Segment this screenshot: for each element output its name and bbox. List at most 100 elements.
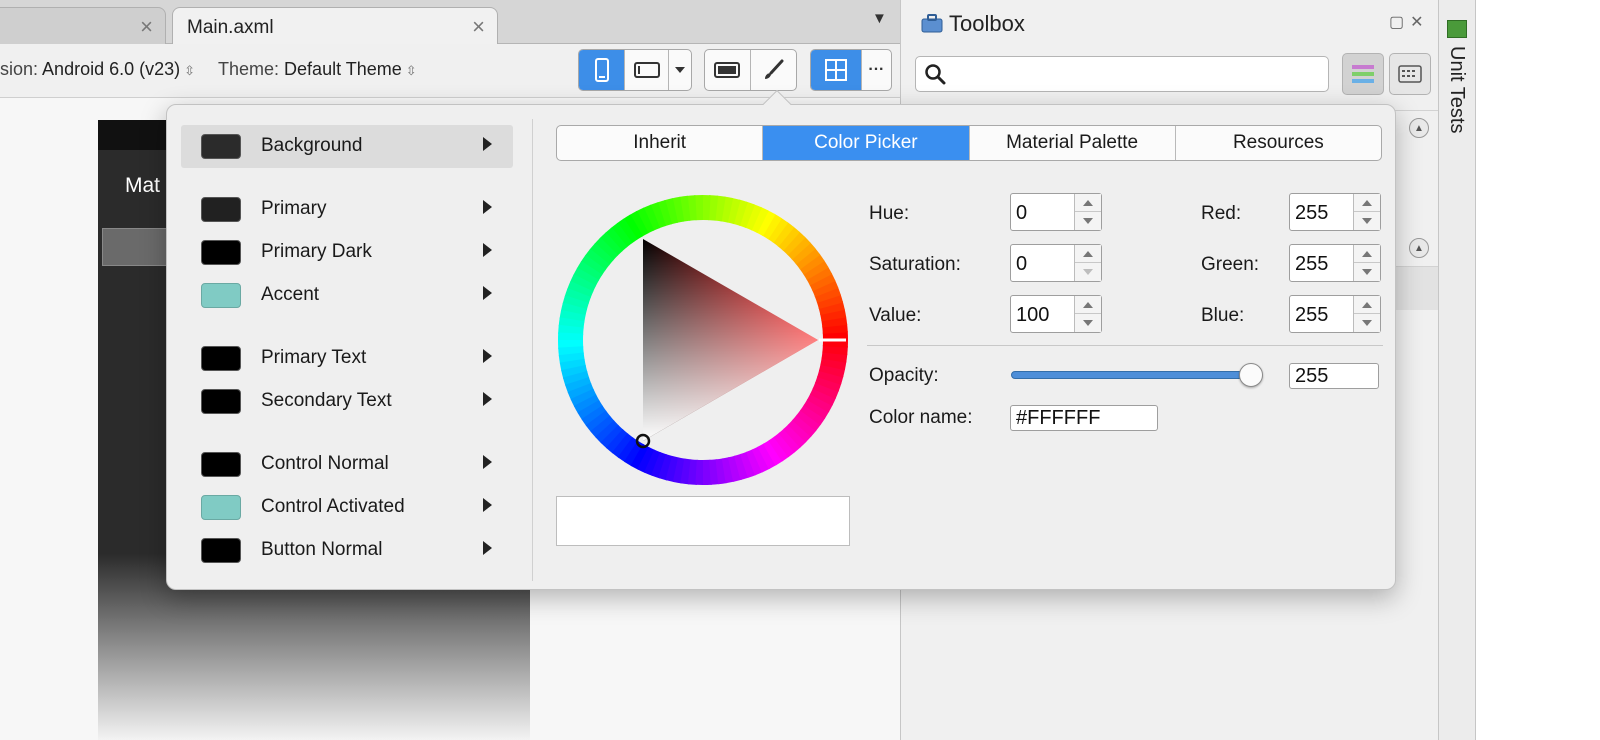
decrement-button[interactable]: [1354, 314, 1380, 332]
property-background[interactable]: Background: [181, 125, 513, 168]
picker-separator: [867, 345, 1383, 346]
chevron-right-icon: [483, 498, 492, 512]
increment-button[interactable]: [1075, 194, 1101, 212]
grid-view-button[interactable]: [1389, 53, 1431, 95]
red-stepper[interactable]: 255: [1289, 193, 1381, 231]
decrement-button[interactable]: [1075, 314, 1101, 332]
ellipsis-icon: ···: [868, 61, 885, 78]
collapse-section-icon[interactable]: ▲: [1409, 118, 1429, 138]
chevron-up-icon: [1362, 250, 1372, 257]
saturation-value: 0: [1016, 253, 1028, 275]
orientation-dropdown[interactable]: [669, 50, 691, 90]
hue-stepper[interactable]: 0: [1010, 193, 1102, 231]
toolbox-title: Toolbox: [949, 11, 1025, 36]
property-control-activated[interactable]: Control Activated: [181, 486, 513, 529]
value-stepper[interactable]: 100: [1010, 295, 1102, 333]
tab-previous-document[interactable]: ×: [0, 7, 166, 44]
opacity-field[interactable]: 255: [1289, 363, 1379, 389]
list-view-button[interactable]: [1342, 53, 1384, 95]
color-preview: [556, 496, 850, 546]
increment-button[interactable]: [1354, 296, 1380, 314]
device-button[interactable]: [102, 228, 172, 266]
property-button-normal[interactable]: Button Normal: [181, 529, 513, 572]
property-primary[interactable]: Primary: [181, 188, 513, 231]
version-label: sion:: [0, 59, 39, 79]
saturation-stepper[interactable]: 0: [1010, 244, 1102, 282]
decrement-button[interactable]: [1354, 212, 1380, 230]
color-swatch: [201, 134, 241, 159]
blue-label: Blue:: [1201, 305, 1245, 326]
tab-resources[interactable]: Resources: [1176, 126, 1381, 160]
version-selector[interactable]: sion: Android 6.0 (v23) ⇳: [0, 59, 195, 80]
property-label: Control Normal: [261, 453, 389, 474]
phone-landscape-icon: [633, 62, 660, 78]
chevron-up-icon: [1083, 199, 1093, 206]
tab-material-palette[interactable]: Material Palette: [970, 126, 1176, 160]
decrement-button[interactable]: [1075, 212, 1101, 230]
layout-grid-button[interactable]: [811, 50, 862, 90]
opacity-label: Opacity:: [869, 365, 939, 386]
value-label: Value:: [869, 305, 922, 326]
landscape-button[interactable]: [625, 50, 669, 90]
green-stepper[interactable]: 255: [1289, 244, 1381, 282]
device-frame-button[interactable]: [705, 50, 751, 90]
theme-selector[interactable]: Theme: Default Theme ⇳: [218, 59, 417, 80]
decrement-button[interactable]: [1354, 263, 1380, 281]
property-primary-dark[interactable]: Primary Dark: [181, 231, 513, 274]
chevron-up-icon: [1083, 301, 1093, 308]
tab-main-axml[interactable]: Main.axml ×: [172, 7, 498, 44]
property-label: Control Activated: [261, 496, 405, 517]
opacity-slider-handle[interactable]: [1239, 363, 1263, 387]
chevron-right-icon: [483, 137, 492, 151]
list-view-icon: [1352, 65, 1374, 83]
unit-tests-icon[interactable]: [1447, 20, 1467, 38]
property-primary-text[interactable]: Primary Text: [181, 337, 513, 380]
property-secondary-text[interactable]: Secondary Text: [181, 380, 513, 423]
color-swatch: [201, 495, 241, 520]
brush-icon: [765, 59, 784, 79]
tab-color-picker[interactable]: Color Picker: [763, 126, 970, 160]
color-swatch: [201, 197, 241, 222]
close-icon[interactable]: ×: [140, 14, 153, 40]
property-control-normal[interactable]: Control Normal: [181, 443, 513, 486]
theme-color-popover: Background Primary Primary Dark Accent P…: [166, 89, 1396, 590]
color-swatch: [201, 346, 241, 371]
increment-button[interactable]: [1354, 245, 1380, 263]
theme-value: Default Theme: [284, 59, 402, 79]
toolbox-search[interactable]: [915, 56, 1329, 92]
opacity-slider[interactable]: [1011, 371, 1261, 379]
collapse-section-icon[interactable]: ▲: [1409, 238, 1429, 258]
theme-label: Theme:: [218, 59, 280, 79]
unit-tests-tab[interactable]: Unit Tests: [1445, 46, 1468, 133]
keyboard-grid-icon: [1398, 65, 1422, 83]
chevron-down-icon: [1083, 218, 1093, 224]
chevron-down-icon: [675, 67, 685, 73]
increment-button[interactable]: [1075, 245, 1101, 263]
close-icon[interactable]: ✕: [1410, 14, 1429, 31]
portrait-button[interactable]: [579, 50, 625, 90]
more-options-button[interactable]: ···: [862, 50, 891, 90]
chevron-down-icon[interactable]: ▼: [872, 10, 887, 27]
chevron-down-icon: [1083, 269, 1093, 275]
blue-value: 255: [1295, 304, 1329, 326]
blue-stepper[interactable]: 255: [1289, 295, 1381, 333]
green-value: 255: [1295, 253, 1329, 275]
property-label: Accent: [261, 284, 320, 305]
theme-brush-button[interactable]: [751, 50, 797, 90]
increment-button[interactable]: [1075, 296, 1101, 314]
color-swatch: [201, 538, 241, 563]
close-icon[interactable]: ×: [472, 14, 485, 40]
panel-window-buttons: ▢✕: [1389, 12, 1430, 32]
tab-inherit[interactable]: Inherit: [557, 126, 764, 160]
decrement-button: [1075, 263, 1101, 281]
layout-group: ···: [810, 49, 892, 91]
hsv-color-wheel[interactable]: [556, 193, 850, 487]
color-name-field[interactable]: #FFFFFF: [1010, 405, 1158, 431]
search-icon: [925, 64, 946, 85]
chevron-right-icon: [483, 286, 492, 300]
property-accent[interactable]: Accent: [181, 274, 513, 317]
maximize-icon[interactable]: ▢: [1389, 14, 1410, 31]
green-label: Green:: [1201, 254, 1260, 275]
property-label: Secondary Text: [261, 390, 392, 411]
increment-button[interactable]: [1354, 194, 1380, 212]
